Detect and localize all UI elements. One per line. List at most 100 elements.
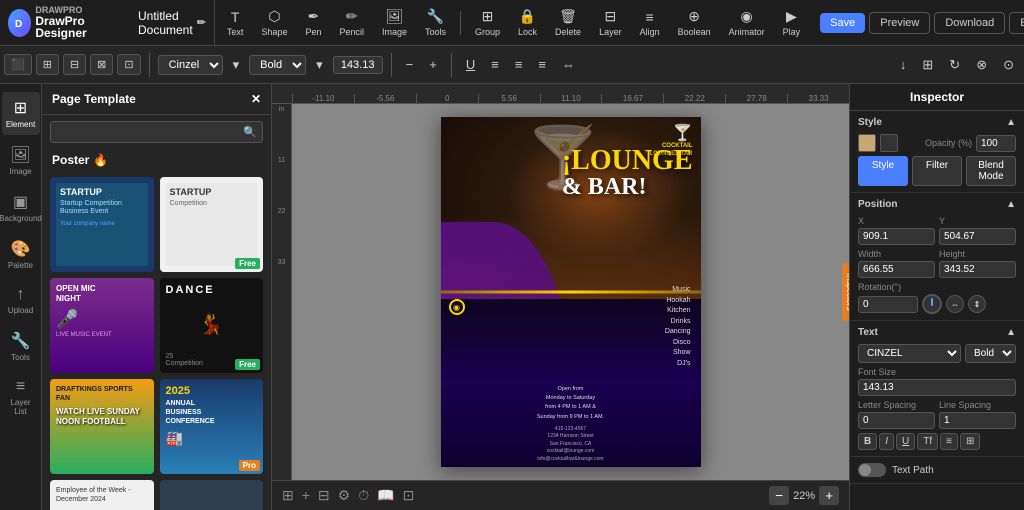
tool-lock[interactable]: 🔒 Lock bbox=[510, 6, 545, 39]
opacity-input[interactable] bbox=[976, 135, 1016, 152]
template-card-football[interactable]: DRAFTKINGS SPORTS FAN WATCH LIVE SUNDAY … bbox=[50, 379, 154, 474]
ellipsis-icon[interactable]: ⊡ bbox=[403, 487, 415, 504]
template-card-employee[interactable]: Employee of the Week - December 2024 Pro bbox=[50, 480, 154, 510]
template-card-conference[interactable]: 2025 ANNUALBUSINESSCONFERENCE 🏭 Pro bbox=[160, 379, 264, 474]
font-weight-dropdown-icon[interactable]: ▾ bbox=[310, 54, 329, 76]
tool-align[interactable]: ≡ Align bbox=[632, 7, 668, 39]
add-page-icon[interactable]: + bbox=[302, 487, 310, 504]
edit-title-icon[interactable]: ✏ bbox=[197, 16, 206, 29]
flip-h-button[interactable]: ⇔ bbox=[946, 295, 964, 313]
link-icon[interactable]: ⊞ bbox=[916, 54, 939, 76]
tool-boolean[interactable]: ⊕ Boolean bbox=[670, 6, 719, 39]
text-align-center-icon[interactable]: ≡ bbox=[509, 54, 529, 75]
sidebar-item-palette[interactable]: 🎨 Palette bbox=[2, 233, 40, 276]
bold-button[interactable]: B bbox=[858, 433, 877, 450]
style-section-header[interactable]: Style ▲ bbox=[858, 117, 1016, 128]
grid-icon[interactable]: ⊞ bbox=[282, 487, 294, 504]
copy-page-icon[interactable]: ⊟ bbox=[318, 487, 330, 504]
book-icon[interactable]: 📖 bbox=[377, 487, 394, 504]
position-section-header[interactable]: Position ▲ bbox=[858, 199, 1016, 210]
text-path-toggle[interactable] bbox=[858, 463, 886, 477]
font-family-select[interactable]: Cinzel bbox=[158, 55, 223, 75]
italic-button[interactable]: I bbox=[879, 433, 894, 450]
sidebar-item-background[interactable]: ▣ Background bbox=[2, 186, 40, 229]
rotation-dial[interactable] bbox=[922, 294, 942, 314]
tool-pen[interactable]: ✒ Pen bbox=[297, 6, 329, 39]
tab-filter[interactable]: Filter bbox=[912, 156, 962, 186]
text-transform-button[interactable]: Tf bbox=[917, 433, 938, 450]
tool-play[interactable]: ▶ Play bbox=[775, 6, 809, 39]
align-left-button[interactable]: ⬛ bbox=[4, 54, 32, 75]
font-size-input[interactable]: 143.13 bbox=[333, 56, 383, 74]
align-icon-2[interactable]: ⊟ bbox=[63, 54, 86, 75]
template-card-startup2[interactable]: STARTUP Competition Free bbox=[160, 177, 264, 272]
sidebar-item-layer-list[interactable]: ≡ Layer List bbox=[2, 372, 40, 422]
increase-size-icon[interactable]: + bbox=[423, 54, 443, 75]
tool-tools[interactable]: 🔧 Tools bbox=[417, 6, 454, 39]
template-card-dance[interactable]: DANCE 💃 25Competition Free bbox=[160, 278, 264, 373]
align-icon-3[interactable]: ⊠ bbox=[90, 54, 113, 75]
tool-image[interactable]: 🖼 Image bbox=[374, 6, 415, 39]
timer-icon[interactable]: ⏱ bbox=[358, 487, 369, 504]
tool-shape[interactable]: ⬡ Shape bbox=[253, 6, 295, 39]
more-icon[interactable]: ⊙ bbox=[997, 54, 1020, 76]
export-ani-button[interactable]: Export ANI bbox=[1009, 12, 1024, 34]
tool-text[interactable]: T Text bbox=[219, 7, 252, 39]
underline-icon[interactable]: U bbox=[460, 54, 481, 75]
save-button[interactable]: Save bbox=[820, 13, 865, 33]
template-card-misc[interactable]: ... bbox=[160, 480, 264, 510]
y-input[interactable] bbox=[939, 228, 1016, 245]
flip-icon[interactable]: ⊗ bbox=[970, 54, 993, 76]
flip-v-button[interactable]: ⇕ bbox=[968, 295, 986, 313]
letter-spacing-icon[interactable]: ⇔ bbox=[556, 54, 581, 75]
rotate-icon[interactable]: ↻ bbox=[943, 54, 966, 76]
canvas-workspace[interactable]: 🍸 bbox=[292, 104, 849, 480]
underline-text-button[interactable]: U bbox=[896, 433, 915, 450]
height-input[interactable] bbox=[939, 261, 1016, 278]
inspector-weight-select[interactable]: Bold bbox=[965, 344, 1016, 363]
align-icon-4[interactable]: ⊡ bbox=[117, 54, 140, 75]
poster-canvas[interactable]: 🍸 bbox=[441, 117, 701, 467]
tab-style[interactable]: Style bbox=[858, 156, 908, 186]
settings-page-icon[interactable]: ⚙ bbox=[338, 487, 351, 504]
zoom-in-button[interactable]: + bbox=[819, 486, 839, 505]
download-button[interactable]: Download bbox=[934, 12, 1005, 34]
tab-blend-mode[interactable]: Blend Mode bbox=[966, 156, 1016, 186]
width-input[interactable] bbox=[858, 261, 935, 278]
template-card-open-mic[interactable]: OPEN MICNIGHT 🎤 LIVE MUSIC EVENT bbox=[50, 278, 154, 373]
sidebar-item-upload[interactable]: ↑ Upload bbox=[2, 280, 40, 321]
color-swatch-1[interactable] bbox=[858, 134, 876, 152]
text-align-right-icon[interactable]: ≡ bbox=[532, 54, 552, 75]
zoom-out-button[interactable]: − bbox=[769, 486, 789, 505]
text-align-btn[interactable]: ≡ bbox=[940, 433, 958, 450]
preview-button[interactable]: Preview bbox=[869, 12, 930, 34]
inspector-font-size-input[interactable] bbox=[858, 379, 1016, 396]
line-spacing-input[interactable] bbox=[939, 412, 1016, 429]
tool-layer[interactable]: ⊟ Layer bbox=[591, 6, 630, 39]
sidebar-item-element[interactable]: ⊞ Element bbox=[2, 92, 40, 135]
reveal-tab[interactable]: Inspectors bbox=[842, 264, 849, 321]
tool-pencil[interactable]: ✏ Pencil bbox=[331, 6, 372, 39]
sidebar-item-tools[interactable]: 🔧 Tools bbox=[2, 325, 40, 368]
align-icon-1[interactable]: ⊞ bbox=[36, 54, 59, 75]
font-dropdown-icon[interactable]: ▾ bbox=[227, 54, 246, 76]
rotation-input[interactable] bbox=[858, 296, 918, 313]
inspector-font-select[interactable]: CINZEL bbox=[858, 344, 961, 363]
color-swatch-2[interactable] bbox=[880, 134, 898, 152]
template-card-startup1[interactable]: STARTUP Startup CompetitionBusiness Even… bbox=[50, 177, 154, 272]
decrease-size-icon[interactable]: − bbox=[400, 54, 420, 75]
tool-animator[interactable]: ◉ Animator bbox=[721, 6, 773, 39]
text-list-btn[interactable]: ⊞ bbox=[960, 433, 980, 450]
poster-main-title[interactable]: ¡LOUNGE & BAR! bbox=[562, 147, 693, 199]
sidebar-item-image[interactable]: 🖼 Image bbox=[2, 139, 40, 182]
text-section-header[interactable]: Text ▲ bbox=[858, 327, 1016, 338]
panel-close-icon[interactable]: ✕ bbox=[251, 92, 261, 106]
text-align-left-icon[interactable]: ≡ bbox=[485, 54, 505, 75]
letter-spacing-input[interactable] bbox=[858, 412, 935, 429]
x-input[interactable] bbox=[858, 228, 935, 245]
tool-group[interactable]: ⊞ Group bbox=[467, 6, 508, 39]
download-small-icon[interactable]: ↓ bbox=[894, 54, 913, 75]
tool-delete[interactable]: 🗑 Delete bbox=[547, 6, 589, 39]
font-weight-select[interactable]: Bold bbox=[249, 55, 306, 75]
template-search-input[interactable] bbox=[50, 121, 263, 143]
